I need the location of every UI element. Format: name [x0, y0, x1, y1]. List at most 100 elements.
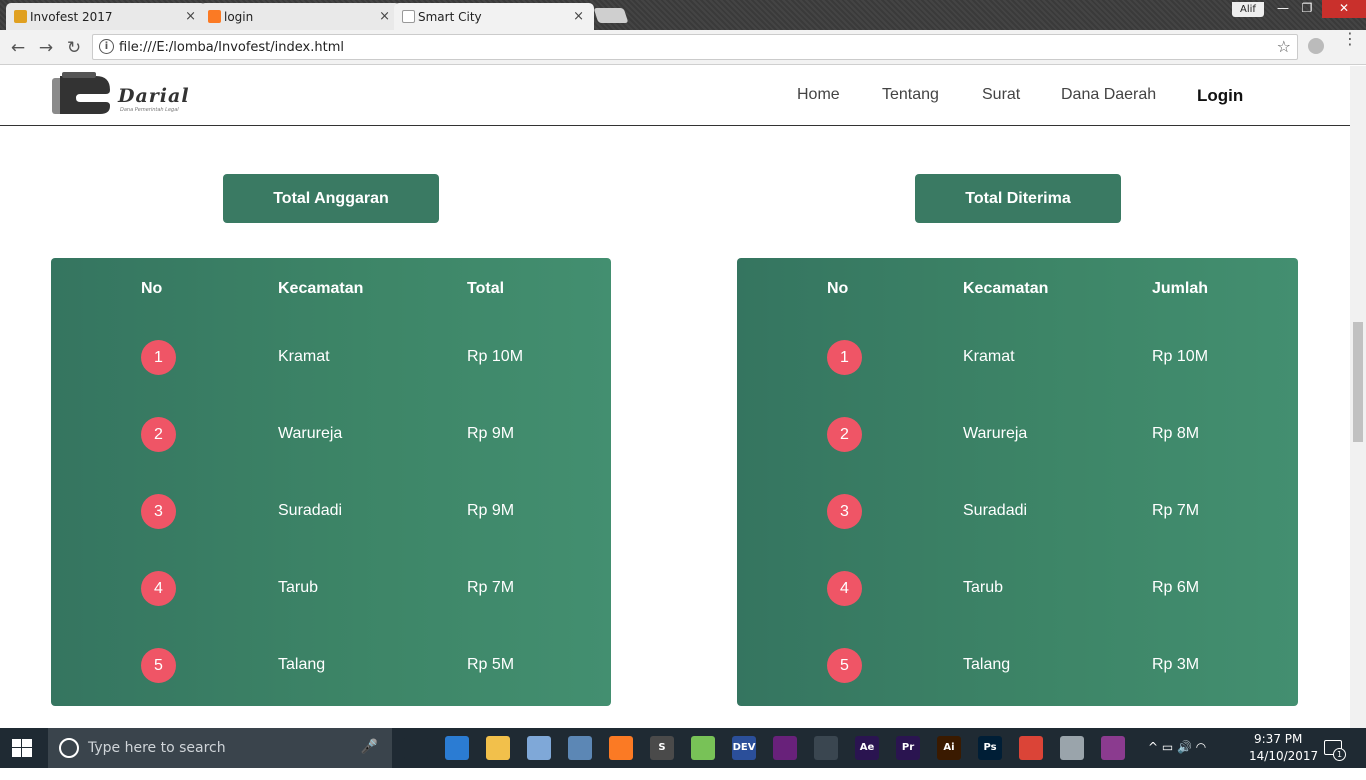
- total-cell: Rp 9M: [467, 502, 515, 519]
- reload-icon[interactable]: ↻: [64, 38, 84, 58]
- after-effects-icon[interactable]: Ae: [855, 736, 879, 760]
- row-number-badge: 2: [827, 417, 862, 452]
- row-number-badge: 1: [141, 340, 176, 375]
- page-icon: [402, 10, 415, 23]
- row-number-badge: 4: [141, 571, 176, 606]
- table-row: 5 Talang Rp 3M: [737, 648, 1298, 688]
- cortana-icon: [59, 738, 79, 758]
- extension-icon[interactable]: [1308, 38, 1324, 54]
- table-row: 4 Tarub Rp 6M: [737, 571, 1298, 611]
- chrome-icon[interactable]: [1019, 736, 1043, 760]
- jumlah-cell: Rp 7M: [1152, 502, 1200, 519]
- tab-login[interactable]: login ×: [200, 3, 400, 30]
- close-icon[interactable]: ×: [573, 9, 584, 24]
- dev-cpp-icon[interactable]: DEV: [732, 736, 756, 760]
- nav-surat[interactable]: Surat: [982, 86, 1020, 104]
- new-tab-button[interactable]: [593, 8, 629, 23]
- 3d-box-icon[interactable]: [527, 736, 551, 760]
- illustrator-icon[interactable]: Ai: [937, 736, 961, 760]
- tab-smart-city[interactable]: Smart City ×: [394, 3, 594, 30]
- bookmark-star-icon[interactable]: ☆: [1277, 37, 1291, 56]
- windows-start-icon[interactable]: [12, 739, 32, 757]
- row-number-badge: 4: [827, 571, 862, 606]
- logo-text: Darial: [118, 85, 190, 107]
- row-number-badge: 5: [827, 648, 862, 683]
- clock-date[interactable]: 14/10/2017: [1249, 749, 1318, 763]
- jumlah-cell: Rp 8M: [1152, 425, 1200, 442]
- header-no: No: [141, 280, 163, 297]
- browser-menu-icon[interactable]: ⋮: [1342, 31, 1358, 47]
- v-logo-icon: [14, 10, 27, 23]
- virtualbox-icon[interactable]: [568, 736, 592, 760]
- system-tray[interactable]: ^ ▭ 🔊 ◠: [1148, 740, 1206, 780]
- kecamatan-cell: Suradadi: [963, 502, 1028, 519]
- kecamatan-cell: Talang: [963, 656, 1011, 673]
- total-cell: Rp 5M: [467, 656, 515, 673]
- taskbar-search-box[interactable]: Type here to search 🎤: [48, 728, 392, 768]
- nav-dana-daerah[interactable]: Dana Daerah: [1061, 86, 1156, 104]
- header-no: No: [827, 280, 849, 297]
- tab-label: Invofest 2017: [30, 9, 113, 24]
- kecamatan-cell: Tarub: [963, 579, 1004, 596]
- xampp-icon[interactable]: [609, 736, 633, 760]
- kecamatan-cell: Tarub: [278, 579, 319, 596]
- diterima-table: No Kecamatan Jumlah 1 Kramat Rp 10M 2 Wa…: [737, 258, 1298, 706]
- jumlah-cell: Rp 10M: [1152, 348, 1209, 365]
- notification-count: 1: [1333, 748, 1346, 761]
- winrar-icon[interactable]: [1101, 736, 1125, 760]
- table-row: 1 Kramat Rp 10M: [51, 340, 611, 380]
- scrollbar-thumb[interactable]: [1353, 322, 1363, 442]
- kecamatan-cell: Warureja: [278, 425, 343, 442]
- microphone-icon[interactable]: 🎤: [361, 739, 378, 755]
- media-icon[interactable]: [814, 736, 838, 760]
- close-icon[interactable]: ×: [379, 9, 390, 24]
- drop-icon[interactable]: [1060, 736, 1084, 760]
- page-scrollbar[interactable]: [1350, 66, 1366, 728]
- kecamatan-cell: Talang: [278, 656, 326, 673]
- window-close-icon[interactable]: ✕: [1322, 0, 1366, 18]
- row-number-badge: 3: [827, 494, 862, 529]
- total-diterima-button[interactable]: Total Diterima: [915, 174, 1121, 223]
- clock-time[interactable]: 9:37 PM: [1254, 732, 1302, 746]
- premiere-icon[interactable]: Pr: [896, 736, 920, 760]
- site-logo[interactable]: Darial Dana Pemerintah Legal: [50, 72, 220, 118]
- store-icon[interactable]: [445, 736, 469, 760]
- kecamatan-cell: Kramat: [278, 348, 330, 365]
- windows-taskbar: Type here to search 🎤 S DEV Ae Pr Ai Ps ^ ▭ 🔊…: [0, 728, 1366, 768]
- nav-tentang[interactable]: Tentang: [882, 86, 939, 104]
- close-icon[interactable]: ×: [185, 9, 196, 24]
- logo-tagline: Dana Pemerintah Legal: [120, 107, 179, 113]
- android-studio-icon[interactable]: [691, 736, 715, 760]
- nav-login[interactable]: Login: [1197, 86, 1243, 106]
- header-total: Total: [467, 280, 505, 297]
- visual-studio-icon[interactable]: [773, 736, 797, 760]
- tab-invofest[interactable]: Invofest 2017 ×: [6, 3, 206, 30]
- total-cell: Rp 7M: [467, 579, 515, 596]
- back-arrow-icon[interactable]: ←: [8, 38, 28, 58]
- task-view-icon[interactable]: [404, 736, 428, 760]
- minimize-icon[interactable]: —: [1270, 0, 1296, 18]
- address-bar[interactable]: i file:///E:/lomba/Invofest/index.html ☆: [92, 34, 1298, 60]
- total-anggaran-button[interactable]: Total Anggaran: [223, 174, 439, 223]
- table-row: 2 Warureja Rp 8M: [737, 417, 1298, 457]
- info-icon[interactable]: i: [99, 39, 114, 54]
- total-cell: Rp 9M: [467, 425, 515, 442]
- table-row: 3 Suradadi Rp 7M: [737, 494, 1298, 534]
- photoshop-icon[interactable]: Ps: [978, 736, 1002, 760]
- profile-user-chip[interactable]: Alif: [1232, 2, 1264, 17]
- file-explorer-icon[interactable]: [486, 736, 510, 760]
- row-number-badge: 1: [827, 340, 862, 375]
- sublime-icon[interactable]: S: [650, 736, 674, 760]
- address-url[interactable]: file:///E:/lomba/Invofest/index.html: [119, 40, 344, 55]
- kecamatan-cell: Kramat: [963, 348, 1015, 365]
- header-kecamatan: Kecamatan: [278, 280, 364, 297]
- header-kecamatan: Kecamatan: [963, 280, 1049, 297]
- restore-icon[interactable]: ❐: [1294, 0, 1320, 18]
- forward-arrow-icon[interactable]: →: [36, 38, 56, 58]
- tab-label: Smart City: [418, 9, 482, 24]
- table-row: 4 Tarub Rp 7M: [51, 571, 611, 611]
- xampp-icon: [208, 10, 221, 23]
- table-row: 2 Warureja Rp 9M: [51, 417, 611, 457]
- nav-home[interactable]: Home: [797, 86, 840, 104]
- page-content: Darial Dana Pemerintah Legal Home Tentan…: [0, 66, 1350, 728]
